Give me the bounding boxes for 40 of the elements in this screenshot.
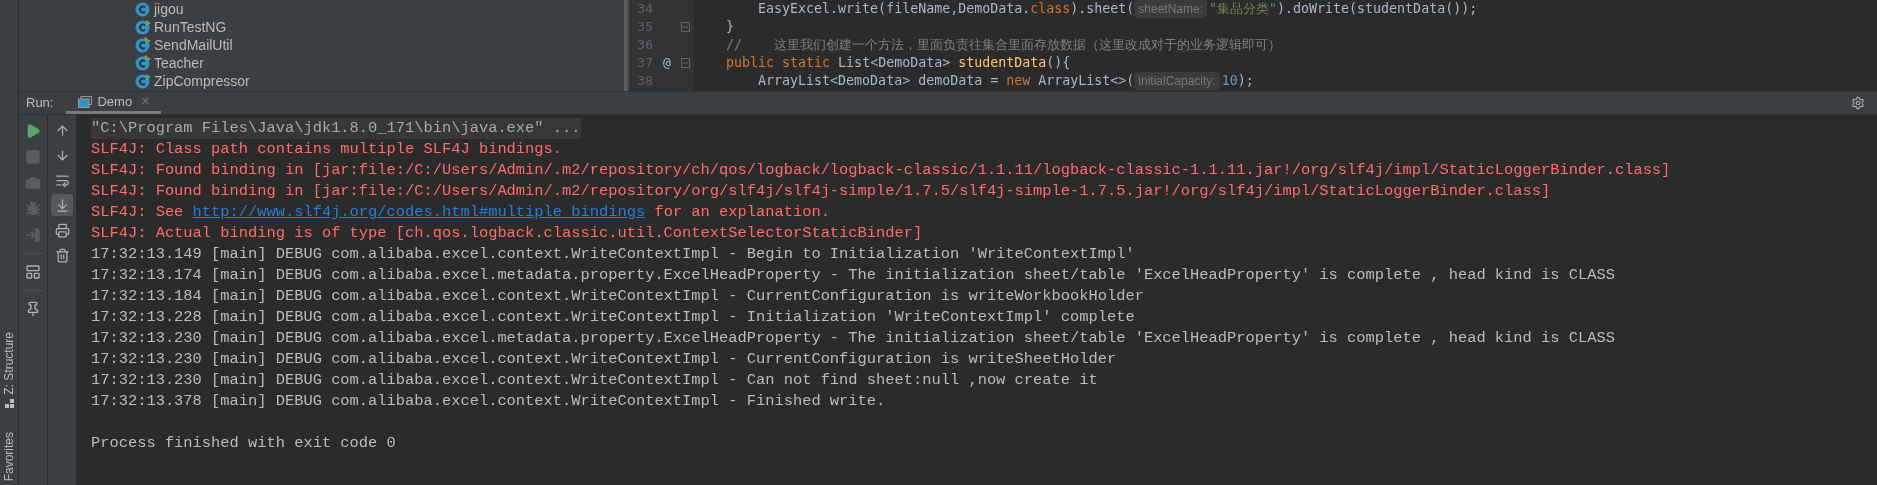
fold-icon[interactable] — [681, 58, 690, 68]
structure-icon — [4, 398, 14, 408]
console-line: 17:32:13.184 [main] DEBUG com.alibaba.excel.context.WriteContextImpl - CurrentConfiguration is writeWorkbookHolder — [91, 286, 1144, 307]
override-marker[interactable]: @ — [663, 55, 671, 71]
tree-item[interactable]: SendMailUtil — [19, 36, 624, 54]
console-line: SLF4J: Found binding in [jar:file:/C:/Users/Admin/.m2/repository/ch/qos/logback/logback-classic/1.1.11/logback-classic-1.1.11.jar!/org/slf4j/impl/StaticLoggerBinder.class] — [91, 160, 1671, 181]
console-line: 17:32:13.149 [main] DEBUG com.alibaba.excel.context.WriteContextImpl - Begin to Initialization 'WriteContextImpl' — [91, 244, 1135, 265]
pin-icon[interactable] — [25, 301, 41, 317]
tool-window-button[interactable]: Z: Structure — [0, 331, 18, 395]
class-icon — [135, 37, 151, 53]
tree-item[interactable]: ZipCompressor — [19, 72, 624, 90]
console-line: SLF4J: Found binding in [jar:file:/C:/Users/Admin/.m2/repository/org/slf4j/slf4j-simple/1.7.5/slf4j-simple-1.7.5.jar!/org/slf4j/impl/StaticLoggerBinder.class] — [91, 181, 1551, 202]
play-icon[interactable] — [25, 123, 41, 139]
code-line: public static List<DemoData> studentData(){ — [725, 54, 1072, 72]
tree-item[interactable]: jigou — [19, 0, 624, 18]
console-line: 17:32:13.174 [main] DEBUG com.alibaba.excel.metadata.property.ExcelHeadProperty - The initialization sheet/table 'ExcelHeadProperty' is complete , head kind is CLASS — [91, 265, 1615, 286]
console-icon — [78, 95, 93, 108]
scroll-to-end-icon[interactable] — [51, 194, 73, 216]
tree-item[interactable]: RunTestNG — [19, 18, 624, 36]
console-line: 17:32:13.230 [main] DEBUG com.alibaba.excel.context.WriteContextImpl - Can not find sheet:null ,now create it — [91, 370, 1098, 391]
console-line: SLF4J: Class path contains multiple SLF4J bindings. — [91, 139, 563, 160]
console-line: 17:32:13.378 [main] DEBUG com.alibaba.excel.context.WriteContextImpl - Finished write. — [91, 391, 886, 412]
tool-window-button[interactable]: Favorites — [0, 431, 18, 481]
class-icon — [135, 55, 151, 71]
console-line: SLF4J: See http://www.slf4j.org/codes.html#multiple_bindings for an explanation. — [91, 202, 830, 223]
link[interactable]: http://www.slf4j.org/codes.html#multiple_bindings — [192, 203, 646, 221]
console-line: 17:32:13.230 [main] DEBUG com.alibaba.excel.context.WriteContextImpl - CurrentConfiguration is writeSheetHolder — [91, 349, 1117, 370]
fold-icon[interactable] — [681, 22, 690, 32]
class-icon — [135, 19, 151, 35]
code-line: ArrayList<DemoData> demoData = new ArrayList<>( initialCapacity: 10); — [757, 72, 1255, 90]
code-line: } — [725, 18, 736, 36]
tree-item[interactable]: Teacher — [19, 54, 624, 72]
layout-icon[interactable] — [25, 264, 41, 280]
settings-icon[interactable] — [1851, 96, 1865, 110]
console-line: SLF4J: Actual binding is of type [ch.qos.logback.classic.util.ContextSelectorStaticBinder] — [91, 223, 923, 244]
console-line: 17:32:13.230 [main] DEBUG com.alibaba.excel.metadata.property.ExcelHeadProperty - The initialization sheet/table 'ExcelHeadProperty' is complete , head kind is CLASS — [91, 328, 1615, 349]
code-line: EasyExcel.write(fileName,DemoData.class).sheet( sheetName: "集品分类").doWrite(studentData()); — [757, 0, 1479, 18]
console-line: 17:32:13.228 [main] DEBUG com.alibaba.excel.context.WriteContextImpl - Initialization 'WriteContextImpl' complete — [91, 307, 1135, 328]
run-label: Run: — [25, 94, 55, 113]
console-line: Process finished with exit code 0 — [91, 433, 396, 454]
